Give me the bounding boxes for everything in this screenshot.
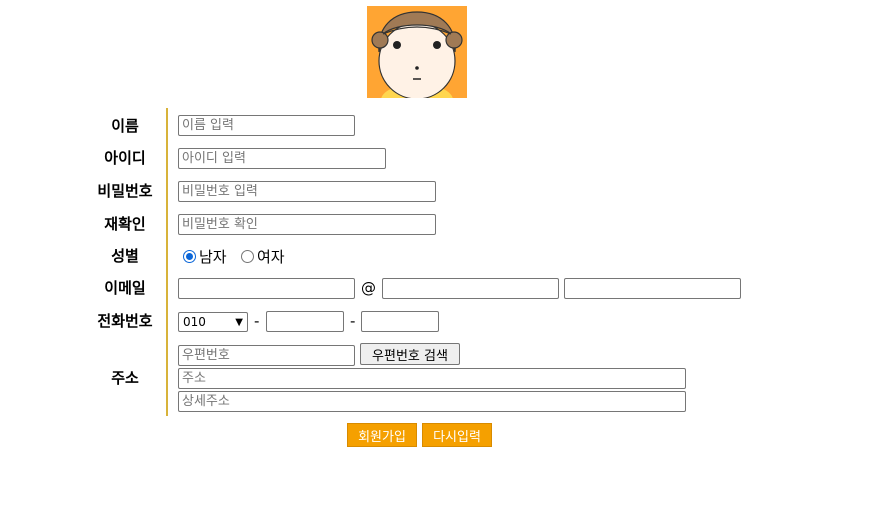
- avatar: [367, 6, 467, 98]
- address-detail-input[interactable]: [178, 391, 686, 412]
- zipcode-search-button[interactable]: 우편번호 검색: [360, 343, 460, 365]
- zipcode-input[interactable]: [178, 345, 355, 366]
- gender-male-label: 남자: [199, 248, 227, 266]
- phone-middle-input[interactable]: [266, 311, 344, 332]
- phone-last-input[interactable]: [361, 311, 439, 332]
- address-input[interactable]: [178, 368, 686, 389]
- phone-prefix-value: 010: [183, 315, 206, 329]
- email-domain-extra-input[interactable]: [564, 278, 741, 299]
- userid-input[interactable]: [178, 148, 386, 169]
- email-label: 이메일: [104, 279, 146, 297]
- signup-button[interactable]: 회원가입: [347, 423, 417, 447]
- phone-dash-2: -: [350, 312, 356, 330]
- email-id-input[interactable]: [178, 278, 355, 299]
- phone-label: 전화번호: [97, 312, 153, 330]
- email-at-sign: @: [361, 279, 376, 297]
- gender-female-label: 여자: [257, 248, 285, 266]
- gender-female-option[interactable]: 여자: [241, 246, 285, 267]
- password-confirm-input[interactable]: [178, 214, 436, 235]
- gender-female-radio[interactable]: [241, 250, 254, 263]
- phone-dash-1: -: [254, 312, 260, 330]
- password-input[interactable]: [178, 181, 436, 202]
- phone-prefix-select[interactable]: 010 ▼: [178, 312, 248, 332]
- userid-label: 아이디: [104, 149, 146, 167]
- address-label: 주소: [111, 369, 139, 387]
- name-input[interactable]: [178, 115, 355, 136]
- password-confirm-label: 재확인: [104, 215, 146, 233]
- name-label: 이름: [111, 117, 139, 135]
- reset-button[interactable]: 다시입력: [422, 423, 492, 447]
- password-label: 비밀번호: [97, 182, 153, 200]
- gender-male-radio[interactable]: [183, 250, 196, 263]
- chevron-down-icon: ▼: [235, 316, 243, 328]
- gender-male-option[interactable]: 남자: [183, 246, 227, 267]
- gender-label: 성별: [111, 247, 139, 265]
- email-domain-input[interactable]: [382, 278, 559, 299]
